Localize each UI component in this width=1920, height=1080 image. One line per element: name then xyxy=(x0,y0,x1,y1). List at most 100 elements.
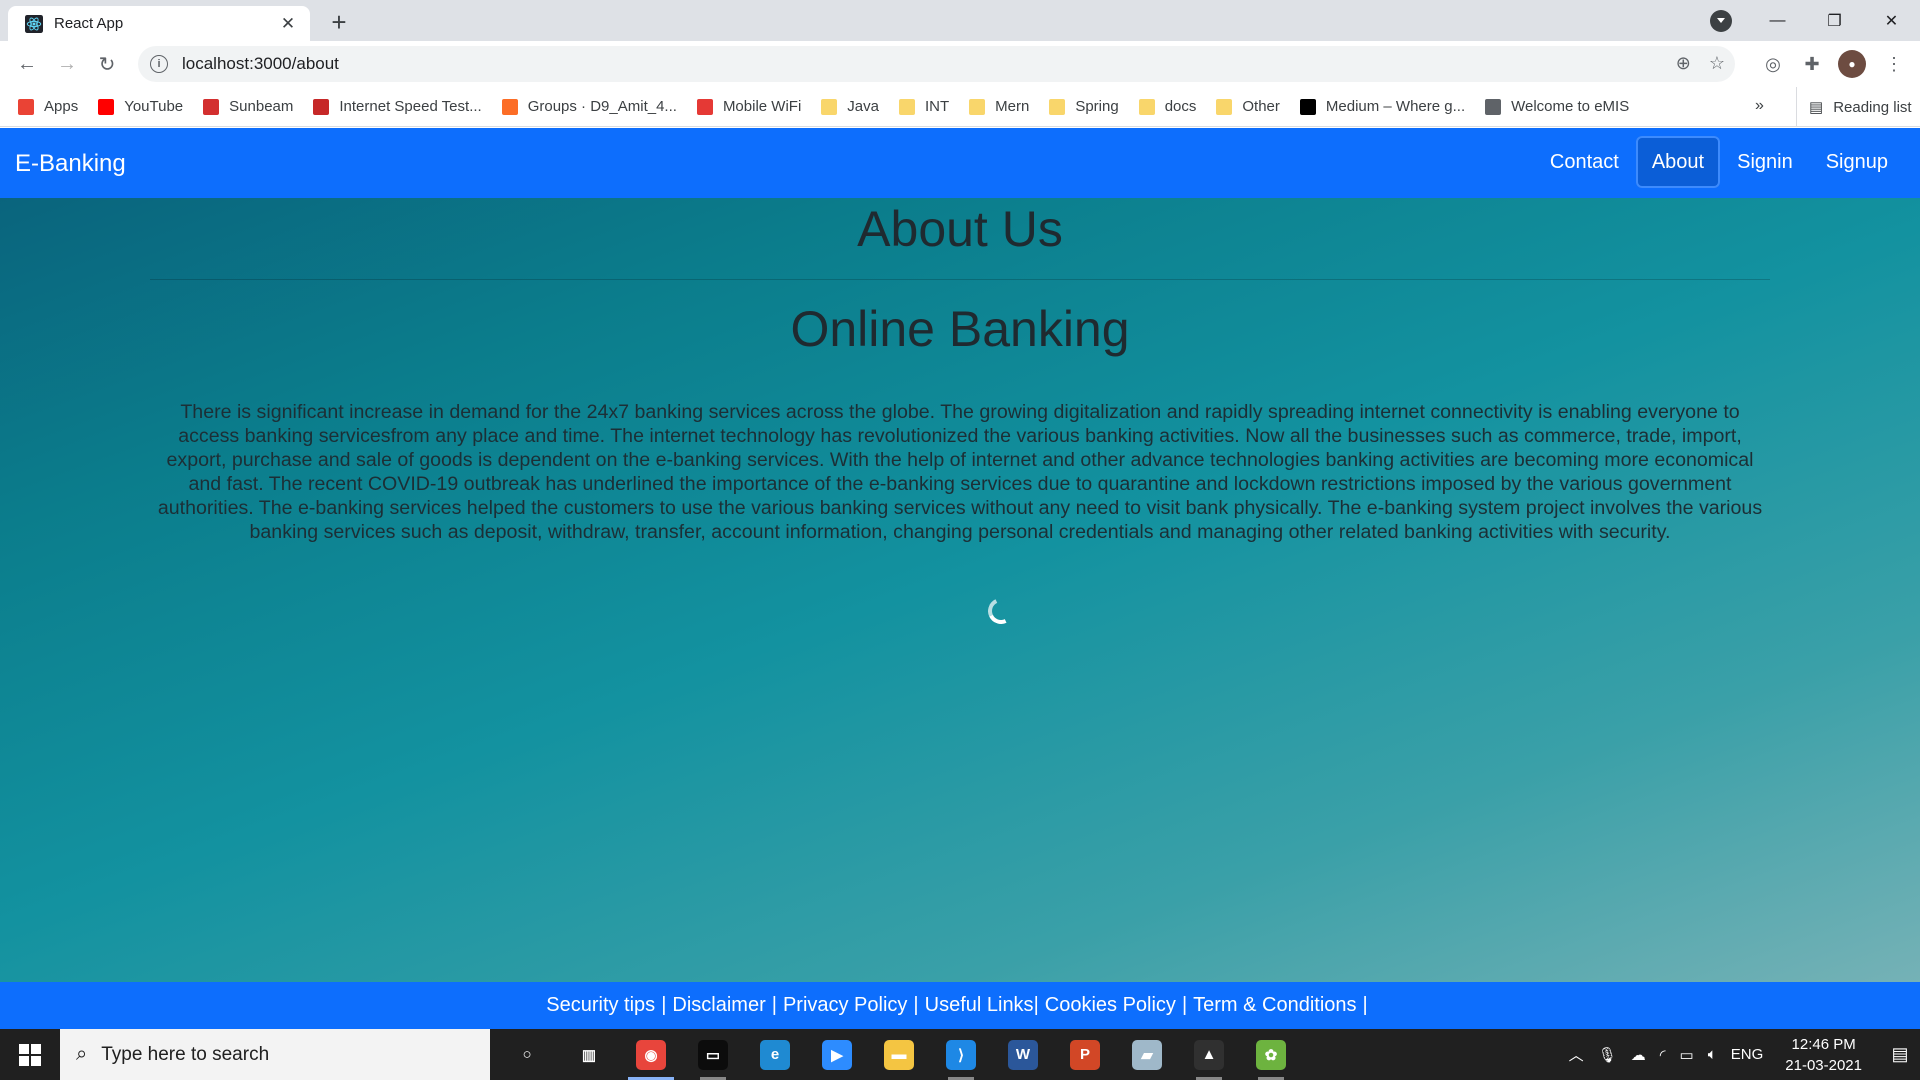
bookmark-item[interactable]: docs xyxy=(1138,98,1196,115)
bookmark-item[interactable]: Medium – Where g... xyxy=(1299,98,1465,115)
forward-icon[interactable]: → xyxy=(53,50,81,78)
taskbar-app[interactable]: ◉ xyxy=(620,1029,682,1080)
extensions-puzzle-icon[interactable]: ✚ xyxy=(1798,50,1826,78)
bookmark-item[interactable]: Spring xyxy=(1049,98,1119,115)
address-bar[interactable]: i localhost:3000/about ⊕ ☆ xyxy=(138,46,1735,82)
bookmark-star-icon[interactable]: ☆ xyxy=(1709,53,1725,74)
nav-links: Contact About Signin Signup xyxy=(1533,136,1904,188)
zoom-icon: ▶ xyxy=(822,1039,852,1070)
footer-link[interactable]: Disclaimer xyxy=(672,994,765,1017)
new-tab-icon[interactable]: + xyxy=(325,8,353,36)
footer-separator: | xyxy=(1181,994,1188,1016)
word-icon: W xyxy=(1008,1039,1038,1070)
vscode-icon: ⟩ xyxy=(946,1039,976,1070)
tray-chevron-icon[interactable]: ︿ xyxy=(1569,1044,1584,1065)
taskbar-app[interactable]: ▶ xyxy=(806,1029,868,1080)
taskbar-app[interactable]: e xyxy=(744,1029,806,1080)
folder-icon xyxy=(898,98,915,115)
notepad-icon: ▰ xyxy=(1132,1039,1162,1070)
extension-circle-icon[interactable]: ◎ xyxy=(1759,50,1787,78)
bookmarks-overflow-icon[interactable]: » xyxy=(1755,97,1764,115)
bookmark-label: Mern xyxy=(995,98,1030,115)
taskbar-search-placeholder: Type here to search xyxy=(101,1043,270,1065)
site-info-icon[interactable]: i xyxy=(150,55,168,73)
taskbar-app[interactable]: ▰ xyxy=(1116,1029,1178,1080)
footer-link[interactable]: Term & Conditions xyxy=(1193,994,1356,1017)
windows-taskbar: ⌕ Type here to search ○ ▥ ◉ ▭ e ▶ ▬ ⟩ W P ▰ ▲ ✿ ︿ 🎙︎… xyxy=(0,1029,1920,1080)
react-logo-icon xyxy=(24,14,44,34)
taskbar-app[interactable]: ✿ xyxy=(1240,1029,1302,1080)
tab-search-icon[interactable] xyxy=(1710,10,1732,32)
nav-link-about[interactable]: About xyxy=(1635,136,1721,188)
wifi-icon[interactable]: ◜ xyxy=(1660,1046,1666,1064)
bookmark-item[interactable]: Apps xyxy=(18,98,78,115)
bookmark-label: Welcome to eMIS xyxy=(1511,98,1630,115)
site-footer: Security tips | Disclaimer | Privacy Policy |… xyxy=(0,982,1920,1029)
volume-icon[interactable]: 🔈︎ xyxy=(1708,1046,1717,1063)
bookmark-item[interactable]: Mern xyxy=(969,98,1029,115)
taskbar-app[interactable]: ▭ xyxy=(682,1029,744,1080)
bookmark-item[interactable]: Mobile WiFi xyxy=(696,98,801,115)
taskbar-app[interactable]: P xyxy=(1054,1029,1116,1080)
url-text[interactable]: localhost:3000/about xyxy=(182,54,339,74)
onedrive-icon[interactable]: ☁︎ xyxy=(1631,1046,1646,1064)
back-icon[interactable]: ← xyxy=(13,50,41,78)
minimize-icon[interactable]: — xyxy=(1749,0,1806,41)
taskbar-app[interactable]: ▲ xyxy=(1178,1029,1240,1080)
bookmark-item[interactable]: INT xyxy=(898,98,950,115)
bookmark-item[interactable]: YouTube xyxy=(98,98,183,115)
clock[interactable]: 12:46 PM 21-03-2021 xyxy=(1785,1034,1862,1076)
bookmark-label: Sunbeam xyxy=(229,98,294,115)
language-indicator[interactable]: ENG xyxy=(1731,1046,1764,1063)
taskbar-app[interactable]: ⟩ xyxy=(930,1029,992,1080)
bookmark-favicon-icon xyxy=(18,98,34,115)
bookmark-item[interactable]: Groups · D9_Amit_4... xyxy=(501,98,677,115)
footer-link[interactable]: Cookies Policy xyxy=(1045,994,1176,1017)
reading-list-icon: ▤ xyxy=(1809,99,1824,116)
restore-icon[interactable]: ❐ xyxy=(1806,0,1863,41)
folder-icon xyxy=(969,98,986,115)
bookmark-item[interactable]: Welcome to eMIS xyxy=(1485,98,1629,115)
nav-link-signup[interactable]: Signup xyxy=(1810,136,1904,188)
nav-link-contact[interactable]: Contact xyxy=(1534,136,1635,188)
reload-icon[interactable]: ↻ xyxy=(93,50,121,78)
browser-tabstrip: React App ✕ + — ❐ ✕ xyxy=(0,0,1920,41)
section-title: Online Banking xyxy=(790,301,1130,357)
bookmark-favicon-icon xyxy=(1485,98,1502,115)
page-body: E-Banking Contact About Signin Signup About… xyxy=(0,128,1920,1029)
footer-link[interactable]: Privacy Policy xyxy=(783,994,907,1017)
footer-link[interactable]: Useful Links xyxy=(925,994,1034,1017)
taskbar-search-box[interactable]: ⌕ Type here to search xyxy=(60,1029,490,1080)
microphone-icon[interactable]: 🎙︎ xyxy=(1598,1046,1617,1064)
bookmark-item[interactable]: Internet Speed Test... xyxy=(313,98,482,115)
nav-link-signin[interactable]: Signin xyxy=(1721,136,1809,188)
bookmark-favicon-icon xyxy=(696,98,713,115)
browser-tab[interactable]: React App ✕ xyxy=(8,6,310,41)
footer-link[interactable]: Security tips xyxy=(546,994,655,1017)
file-explorer-icon: ▬ xyxy=(884,1039,914,1070)
powerpoint-icon: P xyxy=(1070,1039,1100,1070)
zoom-icon[interactable]: ⊕ xyxy=(1676,53,1691,74)
battery-icon[interactable]: ▭ xyxy=(1680,1046,1694,1064)
taskbar-app[interactable]: ▬ xyxy=(868,1029,930,1080)
bookmark-favicon-icon xyxy=(203,98,220,115)
bookmark-item[interactable]: Other xyxy=(1216,98,1280,115)
bookmark-item[interactable]: Sunbeam xyxy=(203,98,293,115)
menu-kebab-icon[interactable]: ⋮ xyxy=(1880,50,1908,78)
bookmark-favicon-icon xyxy=(501,98,518,115)
notifications-icon[interactable]: ▤ xyxy=(1880,1044,1920,1065)
bookmark-item[interactable]: Java xyxy=(821,98,879,115)
reading-list-button[interactable]: ▤ Reading list xyxy=(1796,87,1912,127)
taskbar-app[interactable]: ○ xyxy=(496,1029,558,1080)
bookmark-label: INT xyxy=(924,98,950,115)
chrome-icon: ◉ xyxy=(636,1039,666,1070)
tab-close-icon[interactable]: ✕ xyxy=(278,14,298,34)
cortana-icon: ○ xyxy=(512,1039,542,1070)
start-button[interactable] xyxy=(0,1029,60,1080)
close-window-icon[interactable]: ✕ xyxy=(1863,0,1920,41)
profile-avatar[interactable]: ● xyxy=(1838,50,1866,78)
bookmark-label: Spring xyxy=(1075,98,1119,115)
taskbar-app[interactable]: W xyxy=(992,1029,1054,1080)
taskbar-app[interactable]: ▥ xyxy=(558,1029,620,1080)
brand-logo[interactable]: E-Banking xyxy=(15,150,126,178)
